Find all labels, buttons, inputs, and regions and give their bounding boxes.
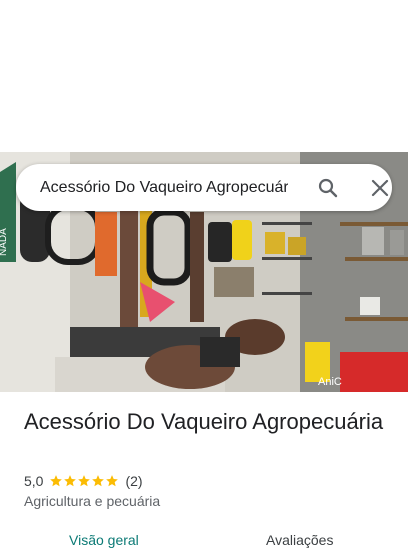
close-icon[interactable] <box>368 176 392 200</box>
rating-value: 5,0 <box>24 473 44 489</box>
tab-overview[interactable]: Visão geral <box>69 532 139 548</box>
star-icon <box>50 475 63 487</box>
star-icon <box>78 475 91 487</box>
search-bar[interactable]: Acessório Do Vaqueiro Agropecuária <box>16 164 392 211</box>
place-category[interactable]: Agricultura e pecuária <box>24 493 160 509</box>
sign-label: NADA <box>0 228 9 256</box>
place-title: Acessório Do Vaqueiro Agropecuária <box>24 409 384 434</box>
search-icon[interactable] <box>316 176 340 200</box>
rating-row[interactable]: 5,0 (2) <box>24 472 143 490</box>
search-input[interactable]: Acessório Do Vaqueiro Agropecuária <box>40 164 288 211</box>
bag-label: AniC <box>318 376 342 388</box>
star-icon <box>64 475 77 487</box>
rating-stars <box>49 474 119 488</box>
star-icon <box>106 475 119 487</box>
review-count[interactable]: (2) <box>125 473 142 489</box>
tab-reviews[interactable]: Avaliações <box>266 532 333 548</box>
star-icon <box>92 475 105 487</box>
